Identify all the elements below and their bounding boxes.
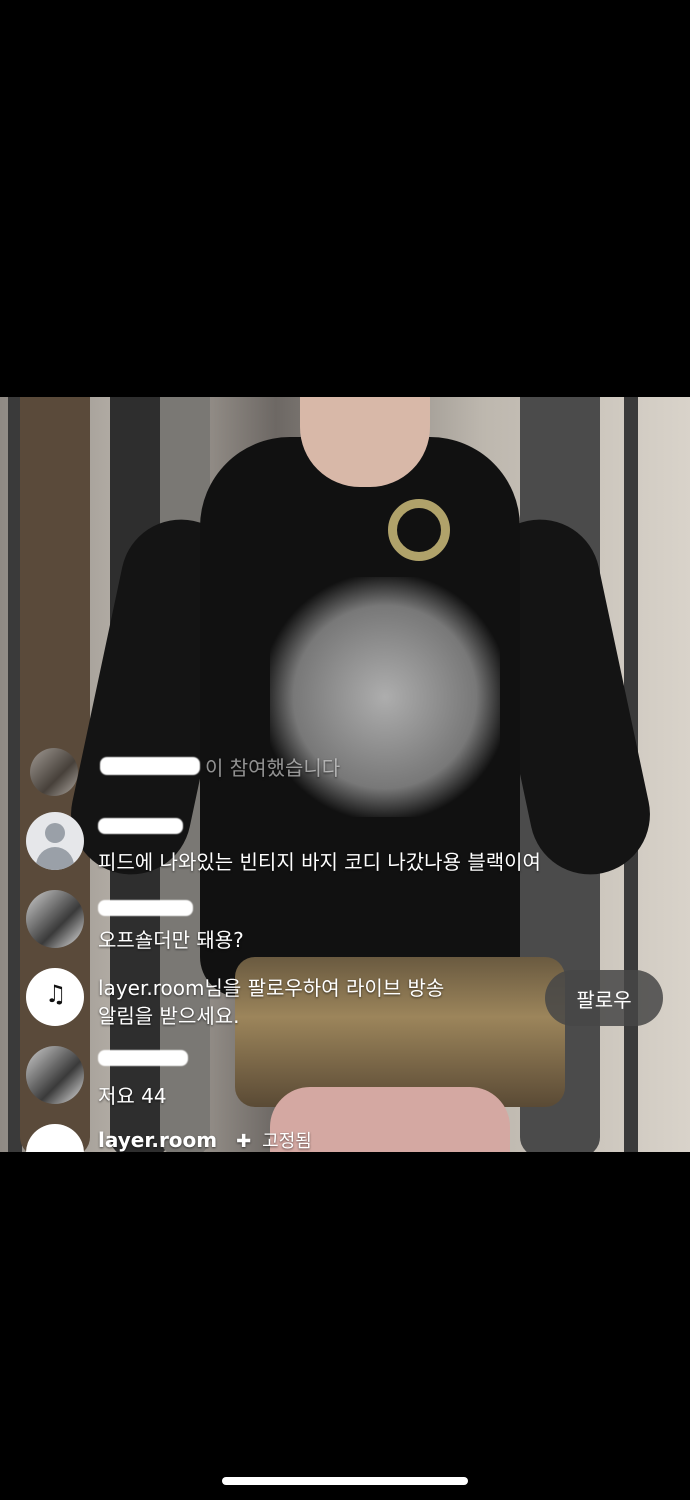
follow-prompt: ♫ layer.room님을 팔로우하여 라이브 방송 알림을 받으세요. 팔로…: [0, 968, 690, 1032]
user-avatar: [26, 1046, 84, 1104]
redacted-username: [100, 757, 200, 775]
pinned-username: layer.room: [98, 1128, 218, 1152]
chat-message-text: 저요 44: [98, 1084, 167, 1108]
necklace-ring: [388, 499, 450, 561]
redacted-username: [98, 818, 183, 834]
person-icon: [26, 812, 84, 870]
pin-icon: ✚: [236, 1131, 252, 1152]
pinned-message: layer.room ✚ 고정됨: [0, 1124, 690, 1152]
join-notice-row: 이 참여했습니다: [0, 740, 690, 800]
pinned-label: 고정됨: [262, 1131, 312, 1152]
follow-prompt-line1: layer.room님을 팔로우하여 라이브 방송: [98, 976, 445, 1000]
join-notice-text: 이 참여했습니다: [205, 756, 341, 780]
user-avatar: [30, 748, 78, 796]
bell-avatar: ♫: [26, 968, 84, 1026]
chat-message: 오프숄더만 돼용?: [0, 890, 690, 954]
bell-icon: ♫: [45, 980, 67, 1008]
home-indicator[interactable]: [222, 1477, 468, 1485]
pinned-row: layer.room ✚ 고정됨: [98, 1127, 312, 1152]
chat-message: 피드에 나와있는 빈티지 바지 코디 나갔나용 블랙이여: [0, 812, 690, 876]
user-avatar: [26, 1124, 84, 1152]
follow-button[interactable]: 팔로우: [545, 970, 663, 1026]
follow-prompt-line2: 알림을 받으세요.: [98, 1004, 240, 1028]
user-avatar: [26, 890, 84, 948]
chat-message: 저요 44: [0, 1046, 690, 1110]
chat-message-text: 피드에 나와있는 빈티지 바지 코디 나갔나용 블랙이여: [98, 850, 541, 874]
chat-message-text: 오프숄더만 돼용?: [98, 928, 244, 952]
redacted-username: [98, 900, 193, 916]
redacted-username: [98, 1050, 188, 1066]
